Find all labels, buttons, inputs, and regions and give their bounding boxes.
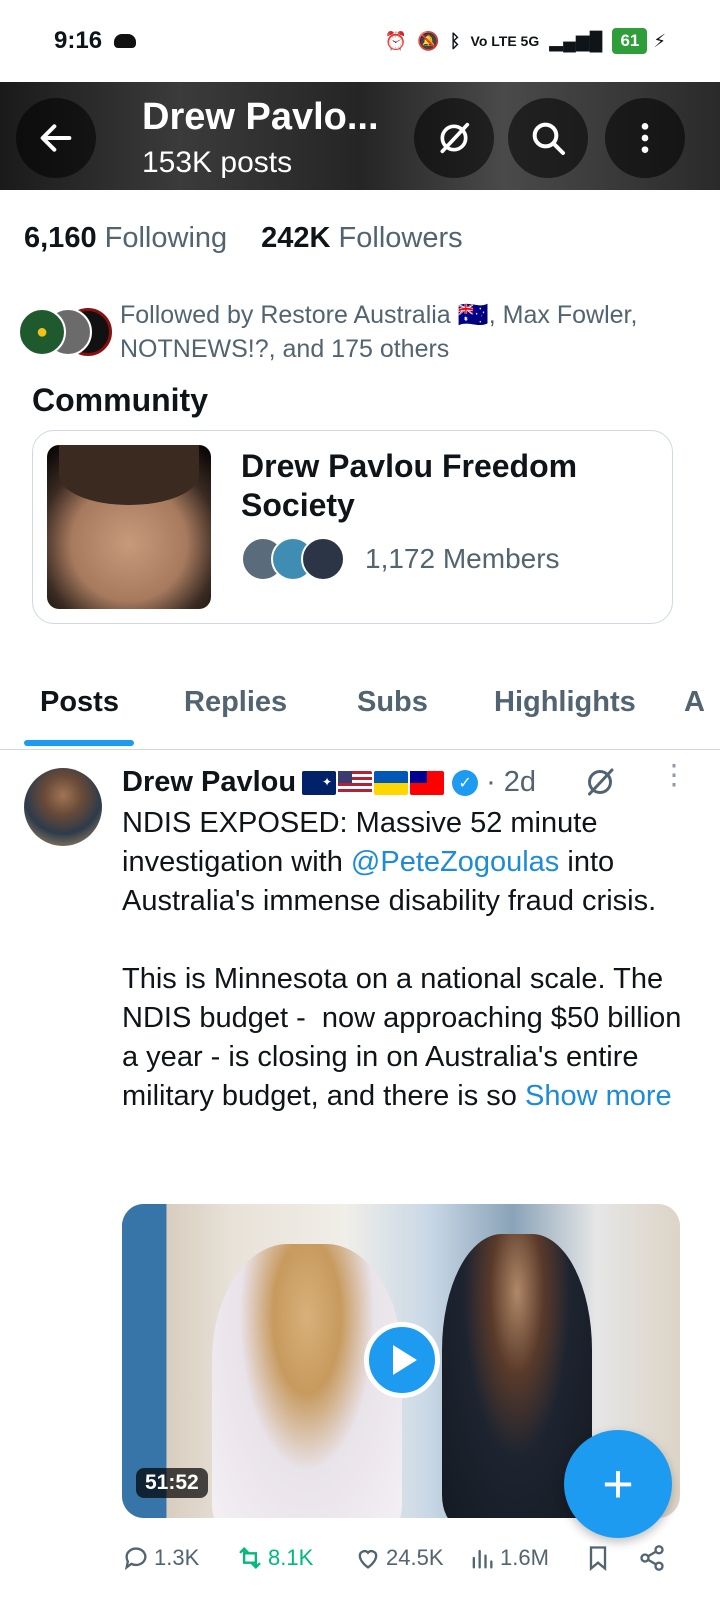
profile-tabs: Posts Replies Subs Highlights A bbox=[0, 660, 720, 750]
views-button[interactable]: 1.6M bbox=[468, 1544, 549, 1572]
followers-label: Followers bbox=[338, 222, 463, 254]
usa-flag-icon bbox=[338, 770, 373, 795]
followed-by-text: Followed by Restore Australia 🇦🇺, Max Fo… bbox=[120, 301, 638, 363]
community-card[interactable]: Drew Pavlou Freedom Society 1,172 Member… bbox=[32, 430, 673, 624]
reply-icon bbox=[124, 1547, 147, 1571]
battery-icon: 61 ⚡ bbox=[612, 28, 666, 54]
grok-icon bbox=[440, 122, 470, 154]
post-text-part2: into Australia's immense disability frau… bbox=[122, 846, 682, 1112]
views-count: 1.6M bbox=[500, 1545, 549, 1570]
ukraine-flag-icon bbox=[374, 770, 409, 795]
grok-icon[interactable] bbox=[582, 764, 618, 800]
tab-highlights[interactable]: Highlights bbox=[494, 686, 636, 719]
signal-icon: ▂▄▆█ bbox=[549, 30, 603, 51]
tab-posts[interactable]: Posts bbox=[40, 686, 119, 719]
more-options-button[interactable] bbox=[605, 98, 685, 178]
profile-header: Drew Pavlo... 153K posts bbox=[0, 82, 720, 190]
compose-button[interactable]: + bbox=[564, 1430, 672, 1538]
post-actions: 1.3K 8.1K 24.5K 1.6M bbox=[122, 1538, 682, 1578]
share-icon bbox=[640, 1545, 664, 1571]
avatar bbox=[301, 537, 345, 581]
back-button[interactable] bbox=[16, 98, 96, 178]
following-count: 6,160 bbox=[24, 222, 97, 254]
status-time: 9:16 bbox=[54, 27, 103, 54]
follow-counts: 6,160 Following 242K Followers bbox=[24, 222, 463, 255]
post-header: Drew Pavlou ✓ · 2d bbox=[122, 766, 536, 799]
like-button[interactable]: 24.5K bbox=[354, 1544, 444, 1572]
views-icon bbox=[472, 1549, 493, 1569]
alarm-icon: ⏰ bbox=[384, 30, 408, 51]
following-link[interactable]: 6,160 Following bbox=[24, 222, 227, 255]
bookmark-icon bbox=[589, 1546, 607, 1571]
repost-icon bbox=[239, 1547, 261, 1569]
video-duration: 51:52 bbox=[136, 1468, 208, 1498]
post-text: NDIS EXPOSED: Massive 52 minute investig… bbox=[122, 804, 682, 1116]
like-count: 24.5K bbox=[386, 1545, 444, 1570]
more-vertical-icon bbox=[641, 123, 649, 153]
network-label: Vo LTE 5G bbox=[470, 33, 540, 49]
taiwan-flag-icon bbox=[410, 770, 445, 795]
posts-count: 153K posts bbox=[142, 146, 293, 179]
show-more-link[interactable]: Show more bbox=[525, 1080, 672, 1112]
mute-icon: 🔕 bbox=[417, 30, 440, 51]
tab-articles[interactable]: A bbox=[684, 686, 705, 719]
mention-link[interactable]: @PeteZogoulas bbox=[351, 846, 559, 878]
active-tab-indicator bbox=[24, 740, 134, 746]
search-button[interactable] bbox=[508, 98, 588, 178]
verified-badge-icon: ✓ bbox=[452, 769, 479, 796]
followed-by[interactable]: ● Followed by Restore Australia 🇦🇺, Max … bbox=[18, 298, 708, 370]
followed-by-avatars: ● bbox=[18, 308, 112, 370]
repost-button[interactable]: 8.1K bbox=[236, 1544, 313, 1572]
tab-replies[interactable]: Replies bbox=[184, 686, 287, 719]
profile-name: Drew Pavlo... bbox=[142, 96, 379, 138]
following-label: Following bbox=[104, 222, 228, 254]
post-timestamp[interactable]: · 2d bbox=[486, 766, 536, 799]
cloud-icon bbox=[114, 34, 137, 48]
play-icon[interactable] bbox=[364, 1322, 440, 1398]
members-count: 1,172 Members bbox=[365, 543, 560, 574]
status-bar: 9:16 ⏰ 🔕 ᛒ Vo LTE 5G ▂▄▆█ 61 ⚡ bbox=[0, 0, 720, 82]
flag-emojis bbox=[302, 770, 445, 795]
repost-count: 8.1K bbox=[268, 1545, 314, 1570]
post-more-icon[interactable]: ⋮ bbox=[660, 761, 688, 789]
followers-link[interactable]: 242K Followers bbox=[261, 222, 462, 255]
australia-flag-icon bbox=[302, 770, 337, 795]
reply-count: 1.3K bbox=[154, 1545, 200, 1570]
post-author-name[interactable]: Drew Pavlou bbox=[122, 766, 296, 799]
tab-subs[interactable]: Subs bbox=[357, 686, 428, 719]
community-heading: Community bbox=[32, 382, 208, 418]
heart-icon bbox=[358, 1550, 378, 1569]
search-icon bbox=[532, 122, 565, 155]
bookmark-button[interactable] bbox=[584, 1544, 612, 1572]
share-button[interactable] bbox=[638, 1544, 666, 1572]
reply-button[interactable]: 1.3K bbox=[122, 1544, 199, 1572]
grok-button[interactable] bbox=[414, 98, 494, 178]
avatar: ● bbox=[18, 308, 66, 356]
battery-level: 61 bbox=[612, 28, 648, 54]
community-name: Drew Pavlou Freedom Society bbox=[241, 448, 578, 523]
followers-count: 242K bbox=[261, 222, 331, 254]
community-image bbox=[47, 445, 211, 609]
community-members: 1,172 Members bbox=[241, 537, 560, 581]
status-icons: ⏰ 🔕 ᛒ Vo LTE 5G ▂▄▆█ 61 ⚡ bbox=[385, 28, 666, 54]
arrow-left-icon bbox=[40, 124, 72, 152]
bluetooth-icon: ᛒ bbox=[449, 30, 461, 51]
charging-icon: ⚡ bbox=[653, 30, 666, 51]
post-author-avatar[interactable] bbox=[24, 768, 102, 846]
